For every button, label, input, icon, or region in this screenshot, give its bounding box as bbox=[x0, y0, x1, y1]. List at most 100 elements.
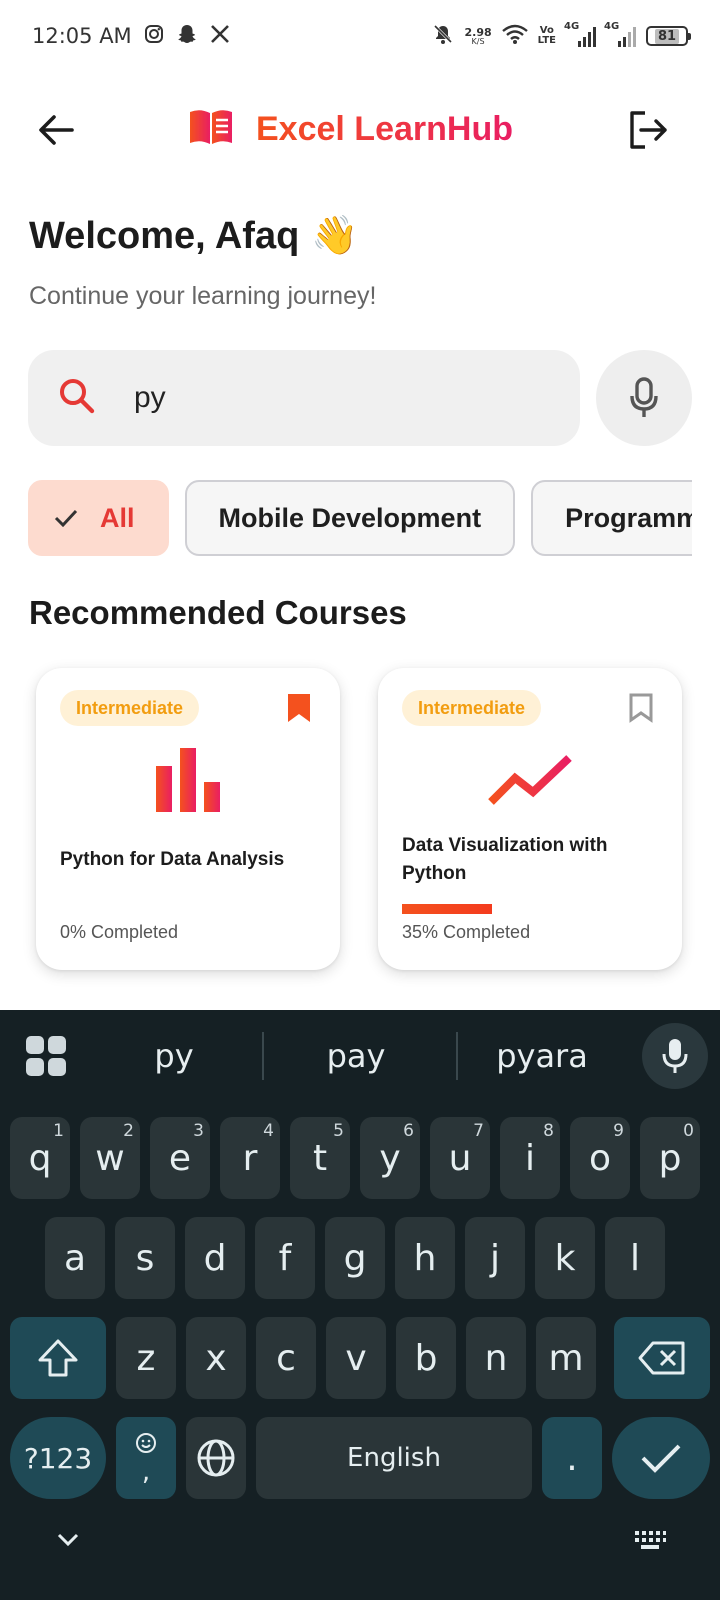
key-t[interactable]: t5 bbox=[290, 1117, 350, 1199]
course-card[interactable]: Intermediate Python for Data Analysis 0%… bbox=[36, 668, 340, 970]
key-label: l bbox=[629, 1237, 640, 1279]
suggestion-3[interactable]: pyara bbox=[452, 1030, 632, 1082]
key-a[interactable]: a bbox=[45, 1217, 105, 1299]
emoji-comma-key[interactable]: , bbox=[116, 1417, 176, 1499]
key-j[interactable]: j bbox=[465, 1217, 525, 1299]
key-u[interactable]: u7 bbox=[430, 1117, 490, 1199]
hide-keyboard-button[interactable] bbox=[56, 1532, 80, 1553]
keyboard-apps-icon[interactable] bbox=[26, 1036, 66, 1076]
snapchat-icon bbox=[176, 23, 198, 50]
key-p[interactable]: p0 bbox=[640, 1117, 700, 1199]
key-label: a bbox=[63, 1237, 87, 1279]
enter-key[interactable] bbox=[612, 1417, 710, 1499]
course-title: Data Visualization with Python bbox=[402, 835, 608, 884]
key-hint: 7 bbox=[473, 1121, 484, 1141]
key-w[interactable]: w2 bbox=[80, 1117, 140, 1199]
keyboard-mic-button[interactable] bbox=[642, 1023, 708, 1089]
keyboard-icon bbox=[635, 1531, 666, 1549]
suggestion-divider bbox=[262, 1032, 264, 1080]
soft-keyboard: py pay pyara q1w2e3r4t5y6u7i8o9p0 asdfgh… bbox=[0, 1010, 720, 1600]
search-icon bbox=[58, 377, 96, 420]
search-value: py bbox=[134, 381, 166, 414]
voice-search-button[interactable] bbox=[596, 350, 692, 446]
shift-key[interactable] bbox=[10, 1317, 106, 1399]
keyboard-switch-button[interactable] bbox=[634, 1530, 666, 1555]
key-label: m bbox=[548, 1337, 584, 1379]
key-label: k bbox=[554, 1237, 576, 1279]
suggestion-1[interactable]: py bbox=[84, 1030, 264, 1082]
period-key[interactable]: . bbox=[542, 1417, 602, 1499]
battery-icon: 81 bbox=[646, 26, 691, 46]
key-hint: 8 bbox=[543, 1121, 554, 1141]
key-q[interactable]: q1 bbox=[10, 1117, 70, 1199]
arrow-left-icon bbox=[39, 115, 74, 145]
back-button[interactable] bbox=[34, 108, 78, 152]
backspace-key[interactable] bbox=[614, 1317, 710, 1399]
search-input[interactable]: py bbox=[28, 350, 580, 446]
key-b[interactable]: b bbox=[396, 1317, 456, 1399]
symbols-key[interactable]: ?123 bbox=[10, 1417, 106, 1499]
key-i[interactable]: i8 bbox=[500, 1117, 560, 1199]
logout-icon bbox=[630, 111, 667, 149]
key-s[interactable]: s bbox=[115, 1217, 175, 1299]
key-o[interactable]: o9 bbox=[570, 1117, 630, 1199]
key-d[interactable]: d bbox=[185, 1217, 245, 1299]
welcome-heading: Welcome, Afaq 👋 bbox=[29, 214, 359, 258]
key-label: f bbox=[278, 1237, 292, 1279]
chip-label: Programming bbox=[565, 502, 692, 533]
key-hint: 0 bbox=[683, 1121, 694, 1141]
sim1-label: 4G bbox=[564, 21, 580, 32]
status-time: 12:05 AM bbox=[32, 24, 132, 48]
chip-programming[interactable]: Programming bbox=[531, 480, 692, 556]
key-c[interactable]: c bbox=[256, 1317, 316, 1399]
sim2-label: 4G bbox=[604, 21, 620, 32]
key-hint: 1 bbox=[53, 1121, 64, 1141]
key-label: g bbox=[343, 1237, 367, 1279]
key-l[interactable]: l bbox=[605, 1217, 665, 1299]
space-key[interactable]: English bbox=[256, 1417, 532, 1499]
key-label: e bbox=[168, 1137, 192, 1179]
key-r[interactable]: r4 bbox=[220, 1117, 280, 1199]
key-v[interactable]: v bbox=[326, 1317, 386, 1399]
status-bar: 12:05 AM 2.98 K/S Vo LTE 4G 4G 81 bbox=[0, 0, 720, 72]
key-n[interactable]: n bbox=[466, 1317, 526, 1399]
key-hint: 3 bbox=[193, 1121, 204, 1141]
key-f[interactable]: f bbox=[255, 1217, 315, 1299]
backspace-icon bbox=[638, 1341, 685, 1375]
key-x[interactable]: x bbox=[186, 1317, 246, 1399]
key-y[interactable]: y6 bbox=[360, 1117, 420, 1199]
key-h[interactable]: h bbox=[395, 1217, 455, 1299]
progress-label: 35% Completed bbox=[402, 922, 531, 942]
key-g[interactable]: g bbox=[325, 1217, 385, 1299]
key-z[interactable]: z bbox=[116, 1317, 176, 1399]
key-label: n bbox=[484, 1337, 508, 1379]
chip-mobile-development[interactable]: Mobile Development bbox=[184, 480, 516, 556]
language-key[interactable] bbox=[186, 1417, 246, 1499]
check-icon bbox=[54, 509, 78, 527]
open-book-icon bbox=[188, 108, 234, 151]
key-label: z bbox=[136, 1337, 156, 1379]
suggestion-2[interactable]: pay bbox=[266, 1030, 446, 1082]
chip-all[interactable]: All bbox=[28, 480, 169, 556]
key-label: d bbox=[203, 1237, 227, 1279]
key-label: t bbox=[312, 1137, 328, 1179]
course-title: Python for Data Analysis bbox=[60, 849, 285, 870]
volte-bottom: LTE bbox=[537, 35, 556, 46]
net-speed-unit: K/S bbox=[471, 36, 485, 46]
bookmark-outline-icon[interactable] bbox=[628, 692, 654, 724]
key-hint: 5 bbox=[333, 1121, 344, 1141]
globe-icon bbox=[197, 1439, 235, 1477]
key-m[interactable]: m bbox=[536, 1317, 596, 1399]
category-chips: All Mobile Development Programming bbox=[28, 480, 692, 560]
suggestion-strip: py pay pyara bbox=[0, 1010, 720, 1102]
course-card[interactable]: Intermediate Data Visualization with Pyt… bbox=[378, 668, 682, 970]
chevron-down-icon bbox=[57, 1533, 79, 1547]
bookmark-filled-icon[interactable] bbox=[286, 692, 312, 724]
logout-button[interactable] bbox=[624, 106, 672, 154]
key-hint: 9 bbox=[613, 1121, 624, 1141]
battery-level: 81 bbox=[654, 28, 680, 44]
key-k[interactable]: k bbox=[535, 1217, 595, 1299]
chip-all-label: All bbox=[100, 502, 135, 533]
key-e[interactable]: e3 bbox=[150, 1117, 210, 1199]
app-title: Excel LearnHub bbox=[256, 110, 513, 148]
